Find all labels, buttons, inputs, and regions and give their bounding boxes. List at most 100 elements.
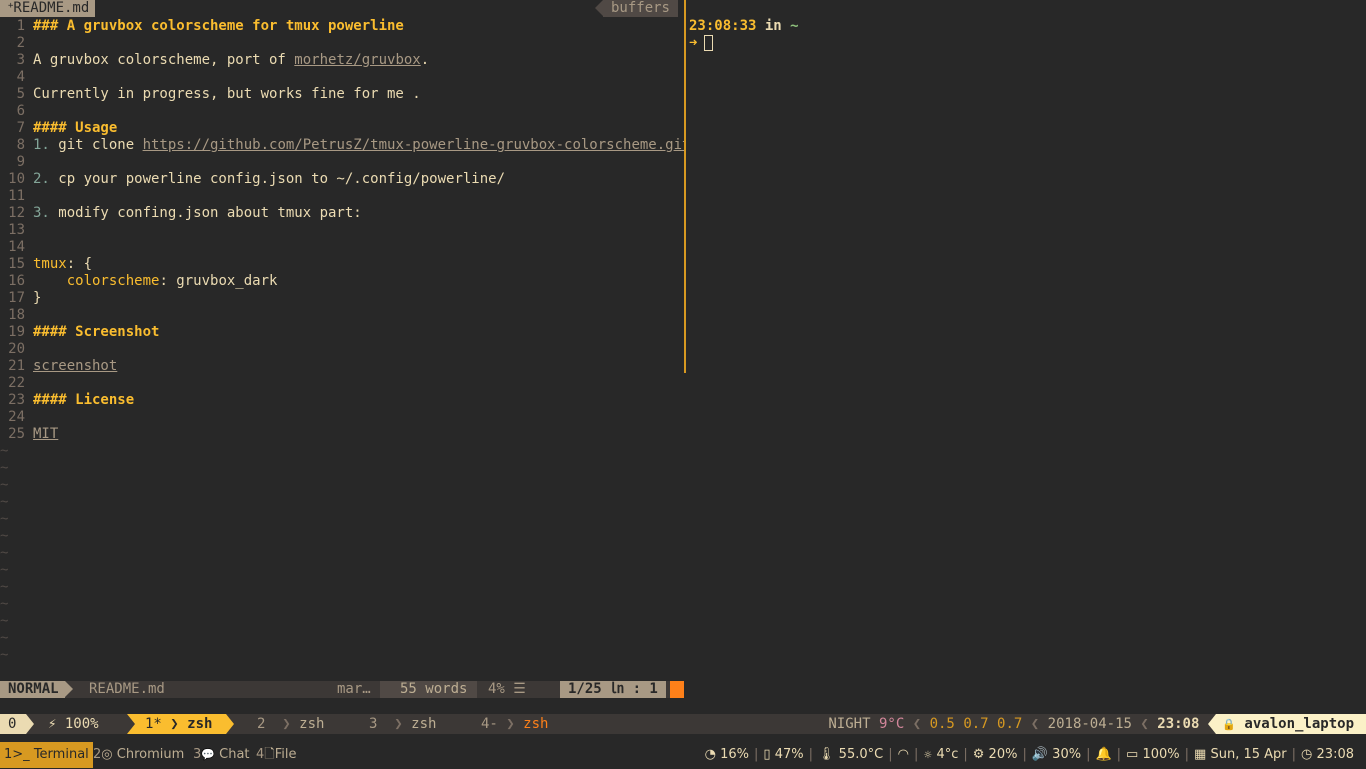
prompt-in: in: [756, 18, 791, 34]
calendar-icon: ▦: [1194, 747, 1207, 762]
line-number: 1: [16, 18, 25, 34]
line-number: 18: [8, 307, 25, 323]
line-number: 16: [8, 273, 25, 289]
window-index: 3: [369, 716, 378, 732]
link-text[interactable]: https://github.com/PetrusZ/tmux-powerlin…: [143, 137, 684, 153]
chromium-icon: ◎: [101, 747, 113, 762]
editor-line[interactable]: 14: [0, 239, 684, 256]
tmux-hostname: 🔒 avalon_laptop: [1208, 714, 1366, 735]
editor-line[interactable]: 4: [0, 69, 684, 86]
line-text: Currently in progress, but works fine fo…: [33, 86, 421, 102]
workspace-terminal[interactable]: 1>_ Terminal: [0, 742, 93, 768]
editor-line[interactable]: 1 ### A gruvbox colorscheme for tmux powe…: [0, 18, 684, 35]
status-filetype: mar…: [337, 681, 371, 697]
workspace-chat[interactable]: 3💬 Chat: [193, 742, 250, 768]
vim-pane[interactable]: +README.md buffers 1 ### A gruvbox colors…: [0, 0, 684, 698]
window-name: zsh: [411, 716, 437, 732]
system-clock[interactable]: 23:08: [1317, 747, 1354, 762]
tmux-session[interactable]: 0: [0, 714, 36, 734]
lock-icon: 🔒: [1222, 718, 1236, 731]
line-text: : gruvbox_dark: [159, 273, 278, 289]
editor-line[interactable]: 21 screenshot: [0, 358, 684, 375]
battery-bolt-icon: ⚡: [48, 716, 57, 732]
editor-line[interactable]: 7 #### Usage: [0, 120, 684, 137]
line-number: 12: [8, 205, 25, 221]
empty-line-tilde: ~: [0, 511, 9, 527]
battery-percent: 100%: [64, 716, 99, 732]
editor-line[interactable]: 8 1. git clone https://github.com/PetrusZ…: [0, 137, 684, 154]
tmux-clock: 23:08: [1157, 716, 1200, 732]
editor-line[interactable]: 6: [0, 103, 684, 120]
window-name: zsh: [523, 716, 549, 732]
editor-line[interactable]: 19 #### Screenshot: [0, 324, 684, 341]
buffer-tab-label: README.md: [13, 0, 90, 16]
line-text: A gruvbox colorscheme, port of: [33, 52, 295, 68]
heading-text: #### Screenshot: [33, 324, 160, 340]
tmux-window-active[interactable]: 1* ❯ zsh: [126, 714, 235, 734]
load-1: 0.5: [929, 716, 955, 732]
window-name: zsh: [187, 716, 213, 732]
tmux-date: 2018-04-15: [1047, 716, 1132, 732]
brightness-icon[interactable]: ⚙: [973, 742, 985, 768]
heading-text: #### Usage: [33, 120, 118, 136]
editor-line[interactable]: 24: [0, 409, 684, 426]
line-text: tmux: [33, 256, 67, 272]
line-number: 25: [8, 426, 25, 442]
line-number: 23: [8, 392, 25, 408]
thermometer-icon: 🌡: [818, 747, 835, 762]
vim-buffer-tab[interactable]: +README.md: [0, 0, 96, 17]
link-text[interactable]: screenshot: [33, 358, 117, 374]
workspace-file[interactable]: 4🗋File: [256, 742, 297, 768]
empty-line-tilde: ~: [0, 460, 9, 476]
workspace-label: Terminal: [33, 747, 89, 762]
editor-line[interactable]: 5 Currently in progress, but works fine f…: [0, 86, 684, 103]
line-text: .: [420, 52, 430, 68]
volume-icon[interactable]: 🔊: [1032, 742, 1048, 768]
wifi-icon[interactable]: ◠: [898, 742, 909, 768]
empty-line-tilde: ~: [0, 528, 9, 544]
editor-line[interactable]: 16 colorscheme: gruvbox_dark: [0, 273, 684, 290]
tmux-window-3[interactable]: 3 ❯ zsh: [369, 714, 436, 734]
prompt-time: 23:08:33: [689, 18, 757, 34]
editor-line[interactable]: 3 A gruvbox colorscheme, port of morhetz/…: [0, 52, 684, 69]
chat-icon: 💬: [201, 748, 215, 761]
empty-line-tilde: ~: [0, 630, 9, 646]
tmux-window-4[interactable]: 4- ❯ zsh: [481, 714, 548, 734]
link-text[interactable]: morhetz/gruvbox: [294, 52, 420, 68]
editor-line[interactable]: 9: [0, 154, 684, 171]
editor-line[interactable]: 23 #### License: [0, 392, 684, 409]
empty-line-tilde: ~: [0, 562, 9, 578]
notification-bell-icon[interactable]: 🔔: [1095, 742, 1111, 768]
editor-line[interactable]: 25 MIT: [0, 426, 684, 443]
editor-line[interactable]: 17}: [0, 290, 684, 307]
editor-line[interactable]: 10 2. cp your powerline config.json to ~/…: [0, 171, 684, 188]
editor-line[interactable]: 15 tmux: {: [0, 256, 684, 273]
line-text: colorscheme: [66, 273, 160, 289]
line-number: 15: [8, 256, 25, 272]
editor-line[interactable]: 20: [0, 341, 684, 358]
line-text: 3.: [33, 205, 50, 221]
workspace-label: Chat: [219, 747, 250, 762]
editor-line[interactable]: 12 3. modify confing.json about tmux part…: [0, 205, 684, 222]
empty-line-tilde: ~: [0, 477, 9, 493]
tmux-statusbar: 0 ⚡ 100% 1* ❯ zsh 2 ❯ zsh 3 ❯ zsh 4- ❯ z…: [0, 714, 1366, 735]
workspace-chromium[interactable]: 2◎ Chromium: [93, 742, 184, 768]
vim-tabline: +README.md buffers: [0, 0, 684, 17]
editor-line[interactable]: 18: [0, 307, 684, 324]
shell-pane[interactable]: 23:08:33 in ~ ➜: [686, 0, 1366, 714]
load-15: 0.7: [997, 716, 1023, 732]
status-warning-block: [670, 681, 684, 698]
workspace-label: Chromium: [116, 747, 185, 762]
editor-line[interactable]: 2: [0, 35, 684, 52]
tmux-window-2[interactable]: 2 ❯ zsh: [257, 714, 324, 734]
editor-line[interactable]: 22: [0, 375, 684, 392]
terminal-cursor[interactable]: [704, 35, 713, 51]
window-index: 4-: [481, 716, 498, 732]
weather-temp: 4°c: [936, 747, 959, 762]
heading-text: #### License: [33, 392, 135, 408]
window-name: zsh: [299, 716, 325, 732]
system-date[interactable]: Sun, 15 Apr: [1210, 747, 1286, 762]
editor-line[interactable]: 11: [0, 188, 684, 205]
editor-line[interactable]: 13: [0, 222, 684, 239]
link-text[interactable]: MIT: [33, 426, 58, 442]
